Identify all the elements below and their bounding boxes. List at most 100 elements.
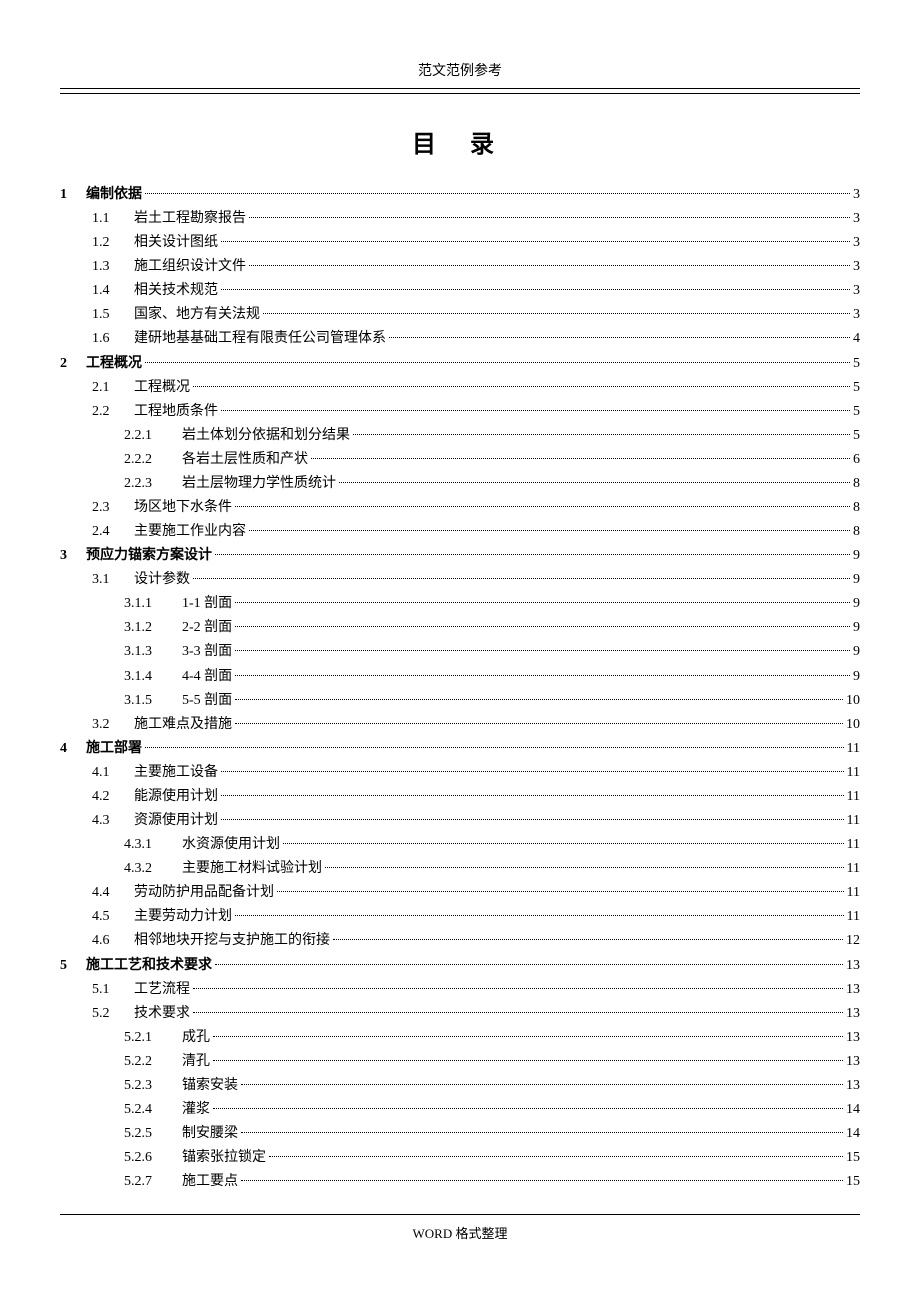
toc-entry[interactable]: 3.1设计参数9 (60, 568, 860, 592)
toc-entry-number: 3.1.1 (124, 592, 182, 616)
toc-entry-number: 3.1.2 (124, 616, 182, 640)
toc-dot-leader (221, 795, 844, 796)
toc-entry[interactable]: 3.1.44-4 剖面9 (60, 665, 860, 689)
toc-entry[interactable]: 2工程概况5 (60, 352, 860, 376)
toc-dot-leader (235, 699, 843, 700)
toc-entry-number: 4.3.2 (124, 857, 182, 881)
toc-dot-leader (215, 554, 850, 555)
toc-entry[interactable]: 4.3.1水资源使用计划11 (60, 833, 860, 857)
toc-entry-number: 2 (60, 352, 86, 376)
toc-entry[interactable]: 4.3资源使用计划11 (60, 809, 860, 833)
toc-dot-leader (311, 458, 850, 459)
toc-entry-page: 13 (846, 1002, 860, 1026)
toc-dot-leader (249, 265, 850, 266)
toc-entry[interactable]: 5.2.3锚索安装13 (60, 1074, 860, 1098)
toc-entry-number: 5.2.4 (124, 1098, 182, 1122)
toc-entry-label: 岩土工程勘察报告 (134, 207, 246, 231)
toc-entry[interactable]: 4施工部署11 (60, 737, 860, 761)
toc-entry[interactable]: 4.6相邻地块开挖与支护施工的衔接12 (60, 929, 860, 953)
toc-entry[interactable]: 2.1工程概况5 (60, 376, 860, 400)
toc-entry-label: 技术要求 (134, 1002, 190, 1026)
toc-dot-leader (221, 771, 844, 772)
toc-entry[interactable]: 2.2.3岩土层物理力学性质统计8 (60, 472, 860, 496)
toc-entry[interactable]: 2.2.1岩土体划分依据和划分结果5 (60, 424, 860, 448)
toc-entry[interactable]: 4.1主要施工设备11 (60, 761, 860, 785)
toc-entry-label: 相邻地块开挖与支护施工的衔接 (134, 929, 330, 953)
toc-entry[interactable]: 5.1工艺流程13 (60, 978, 860, 1002)
toc-entry-label: 3-3 剖面 (182, 640, 232, 664)
toc-dot-leader (283, 843, 844, 844)
toc-entry[interactable]: 4.3.2主要施工材料试验计划11 (60, 857, 860, 881)
toc-entry[interactable]: 2.2.2各岩土层性质和产状6 (60, 448, 860, 472)
toc-entry[interactable]: 5.2.5制安腰梁14 (60, 1122, 860, 1146)
toc-entry[interactable]: 1.5国家、地方有关法规3 (60, 303, 860, 327)
toc-entry[interactable]: 5.2技术要求13 (60, 1002, 860, 1026)
toc-entry-number: 3.2 (92, 713, 134, 737)
toc-entry-page: 8 (853, 496, 860, 520)
toc-entry[interactable]: 3预应力锚索方案设计9 (60, 544, 860, 568)
toc-entry[interactable]: 3.1.22-2 剖面9 (60, 616, 860, 640)
toc-dot-leader (215, 964, 843, 965)
page-header: 范文范例参考 (60, 60, 860, 89)
toc-dot-leader (193, 1012, 843, 1013)
toc-entry-number: 1.3 (92, 255, 134, 279)
toc-entry[interactable]: 4.2能源使用计划11 (60, 785, 860, 809)
toc-entry-page: 10 (846, 689, 860, 713)
toc-entry-number: 3 (60, 544, 86, 568)
toc-entry-number: 3.1 (92, 568, 134, 592)
toc-entry-page: 14 (846, 1098, 860, 1122)
toc-dot-leader (389, 337, 850, 338)
toc-entry[interactable]: 3.1.33-3 剖面9 (60, 640, 860, 664)
toc-entry[interactable]: 1.1岩土工程勘察报告3 (60, 207, 860, 231)
toc-entry[interactable]: 4.4劳动防护用品配备计划11 (60, 881, 860, 905)
toc-entry-page: 3 (853, 183, 860, 207)
toc-entry[interactable]: 3.1.55-5 剖面10 (60, 689, 860, 713)
toc-entry-label: 劳动防护用品配备计划 (134, 881, 274, 905)
toc-entry[interactable]: 5.2.4灌浆14 (60, 1098, 860, 1122)
toc-entry[interactable]: 3.2施工难点及措施10 (60, 713, 860, 737)
toc-entry[interactable]: 5.2.1成孔13 (60, 1026, 860, 1050)
toc-entry-label: 4-4 剖面 (182, 665, 232, 689)
toc-dot-leader (235, 915, 844, 916)
toc-entry-page: 13 (846, 1074, 860, 1098)
toc-entry[interactable]: 5.2.6锚索张拉锁定15 (60, 1146, 860, 1170)
toc-entry-page: 3 (853, 207, 860, 231)
toc-entry[interactable]: 5施工工艺和技术要求13 (60, 954, 860, 978)
toc-entry[interactable]: 1.2相关设计图纸3 (60, 231, 860, 255)
toc-dot-leader (235, 602, 850, 603)
toc-entry[interactable]: 2.4主要施工作业内容8 (60, 520, 860, 544)
toc-dot-leader (269, 1156, 843, 1157)
toc-entry-page: 13 (846, 1050, 860, 1074)
toc-entry[interactable]: 4.5主要劳动力计划11 (60, 905, 860, 929)
toc-entry-label: 主要劳动力计划 (134, 905, 232, 929)
toc-entry-number: 2.2.3 (124, 472, 182, 496)
footer-line (60, 1214, 860, 1215)
toc-entry[interactable]: 5.2.2清孔13 (60, 1050, 860, 1074)
toc-dot-leader (353, 434, 850, 435)
toc-entry[interactable]: 2.2工程地质条件5 (60, 400, 860, 424)
toc-entry[interactable]: 2.3场区地下水条件8 (60, 496, 860, 520)
toc-entry-number: 2.2.1 (124, 424, 182, 448)
toc-entry[interactable]: 3.1.11-1 剖面9 (60, 592, 860, 616)
toc-entry-number: 2.3 (92, 496, 134, 520)
toc-entry-number: 3.1.3 (124, 640, 182, 664)
toc-entry-label: 5-5 剖面 (182, 689, 232, 713)
toc-entry-page: 5 (853, 376, 860, 400)
toc-dot-leader (235, 506, 850, 507)
toc-entry-number: 2.1 (92, 376, 134, 400)
toc-entry-label: 相关技术规范 (134, 279, 218, 303)
toc-entry-label: 设计参数 (134, 568, 190, 592)
toc-dot-leader (145, 193, 850, 194)
toc-entry[interactable]: 1编制依据3 (60, 183, 860, 207)
toc-entry[interactable]: 1.6建研地基基础工程有限责任公司管理体系4 (60, 327, 860, 351)
toc-entry[interactable]: 1.3施工组织设计文件3 (60, 255, 860, 279)
toc-dot-leader (221, 289, 850, 290)
toc-dot-leader (339, 482, 850, 483)
toc-entry[interactable]: 5.2.7施工要点15 (60, 1170, 860, 1194)
toc-entry-page: 15 (846, 1170, 860, 1194)
toc-entry-page: 3 (853, 279, 860, 303)
toc-entry-number: 4 (60, 737, 86, 761)
toc-entry-number: 5.2.2 (124, 1050, 182, 1074)
toc-dot-leader (333, 939, 843, 940)
toc-entry[interactable]: 1.4相关技术规范3 (60, 279, 860, 303)
